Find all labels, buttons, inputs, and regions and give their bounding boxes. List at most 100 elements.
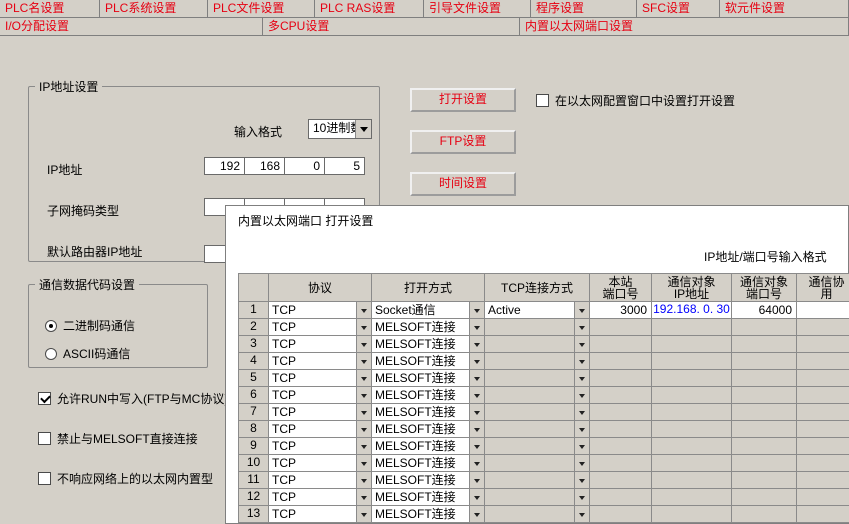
protocol-select[interactable]: TCP: [269, 404, 372, 421]
chevron-down-icon[interactable]: [356, 472, 371, 488]
tab-io-assignment[interactable]: I/O分配设置: [0, 18, 263, 35]
ascii-radio-row[interactable]: ASCII码通信: [45, 345, 130, 362]
open-method-select[interactable]: MELSOFT连接: [372, 421, 485, 438]
open-method-select[interactable]: MELSOFT连接: [372, 472, 485, 489]
chevron-down-icon[interactable]: [574, 387, 589, 403]
chevron-down-icon[interactable]: [574, 319, 589, 335]
target-port-cell[interactable]: 64000: [732, 302, 797, 319]
chevron-down-icon[interactable]: [469, 319, 484, 335]
chevron-down-icon[interactable]: [356, 353, 371, 369]
open-method-select[interactable]: MELSOFT连接: [372, 353, 485, 370]
tcp-mode-select[interactable]: [485, 506, 590, 523]
chevron-down-icon[interactable]: [469, 370, 484, 386]
chevron-down-icon[interactable]: [356, 455, 371, 471]
chevron-down-icon[interactable]: [356, 370, 371, 386]
ethernet-config-checkbox[interactable]: [536, 94, 549, 107]
ip-octet-input[interactable]: 192: [204, 157, 245, 175]
chevron-down-icon[interactable]: [574, 353, 589, 369]
open-method-select[interactable]: MELSOFT连接: [372, 506, 485, 523]
open-method-select[interactable]: Socket通信: [372, 302, 485, 319]
input-format-select[interactable]: 10进制数: [308, 119, 372, 139]
chevron-down-icon[interactable]: [356, 438, 371, 454]
protocol-select[interactable]: TCP: [269, 353, 372, 370]
tab-sfc[interactable]: SFC设置: [637, 0, 720, 17]
chevron-down-icon[interactable]: [356, 319, 371, 335]
tab-program[interactable]: 程序设置: [531, 0, 637, 17]
chevron-down-icon[interactable]: [355, 120, 371, 138]
chevron-down-icon[interactable]: [356, 489, 371, 505]
tcp-mode-select[interactable]: [485, 387, 590, 404]
protocol-select[interactable]: TCP: [269, 319, 372, 336]
tab-plc-file[interactable]: PLC文件设置: [208, 0, 315, 17]
no-response-checkbox[interactable]: [38, 472, 51, 485]
time-settings-button[interactable]: 时间设置: [410, 172, 516, 196]
binary-radio-button[interactable]: [45, 320, 57, 332]
chevron-down-icon[interactable]: [356, 387, 371, 403]
extra-cell[interactable]: [797, 302, 849, 319]
chevron-down-icon[interactable]: [469, 387, 484, 403]
ip-octet-input[interactable]: 0: [284, 157, 325, 175]
chevron-down-icon[interactable]: [574, 506, 589, 522]
local-port-cell[interactable]: 3000: [590, 302, 652, 319]
chevron-down-icon[interactable]: [469, 472, 484, 488]
chevron-down-icon[interactable]: [574, 455, 589, 471]
chevron-down-icon[interactable]: [356, 404, 371, 420]
open-method-select[interactable]: MELSOFT连接: [372, 387, 485, 404]
chevron-down-icon[interactable]: [469, 302, 484, 318]
tcp-mode-select[interactable]: [485, 438, 590, 455]
tcp-mode-select[interactable]: [485, 353, 590, 370]
tcp-mode-select[interactable]: [485, 421, 590, 438]
ftp-settings-button[interactable]: FTP设置: [410, 130, 516, 154]
open-method-select[interactable]: MELSOFT连接: [372, 455, 485, 472]
chevron-down-icon[interactable]: [574, 336, 589, 352]
chevron-down-icon[interactable]: [574, 302, 589, 318]
protocol-select[interactable]: TCP: [269, 438, 372, 455]
protocol-select[interactable]: TCP: [269, 370, 372, 387]
chevron-down-icon[interactable]: [469, 336, 484, 352]
open-method-select[interactable]: MELSOFT连接: [372, 370, 485, 387]
disable-melsoft-checkbox[interactable]: [38, 432, 51, 445]
protocol-select[interactable]: TCP: [269, 387, 372, 404]
open-settings-button[interactable]: 打开设置: [410, 88, 516, 112]
chevron-down-icon[interactable]: [469, 438, 484, 454]
allow-run-write-checkbox-row[interactable]: 允许RUN中写入(FTP与MC协议): [38, 390, 228, 407]
chevron-down-icon[interactable]: [574, 421, 589, 437]
chevron-down-icon[interactable]: [574, 472, 589, 488]
tab-plc-ras[interactable]: PLC RAS设置: [315, 0, 424, 17]
tab-boot-file[interactable]: 引导文件设置: [424, 0, 531, 17]
chevron-down-icon[interactable]: [356, 421, 371, 437]
open-method-select[interactable]: MELSOFT连接: [372, 336, 485, 353]
protocol-select[interactable]: TCP: [269, 302, 372, 319]
tab-plc-name[interactable]: PLC名设置: [0, 0, 100, 17]
protocol-select[interactable]: TCP: [269, 506, 372, 523]
ip-octet-input[interactable]: 5: [324, 157, 365, 175]
tcp-mode-select[interactable]: Active: [485, 302, 590, 319]
open-method-select[interactable]: MELSOFT连接: [372, 438, 485, 455]
chevron-down-icon[interactable]: [356, 336, 371, 352]
tab-plc-system[interactable]: PLC系统设置: [100, 0, 208, 17]
no-response-checkbox-row[interactable]: 不响应网络上的以太网内置型: [38, 470, 213, 487]
tcp-mode-select[interactable]: [485, 455, 590, 472]
ip-octet-input[interactable]: 168: [244, 157, 285, 175]
tcp-mode-select[interactable]: [485, 319, 590, 336]
chevron-down-icon[interactable]: [469, 353, 484, 369]
binary-radio-row[interactable]: 二进制码通信: [45, 317, 135, 334]
tcp-mode-select[interactable]: [485, 336, 590, 353]
tab-multi-cpu[interactable]: 多CPU设置: [263, 18, 520, 35]
protocol-select[interactable]: TCP: [269, 336, 372, 353]
chevron-down-icon[interactable]: [469, 489, 484, 505]
tab-builtin-ethernet-port[interactable]: 内置以太网端口设置: [520, 18, 849, 35]
target-ip-cell[interactable]: 192.168. 0. 30: [652, 302, 732, 319]
chevron-down-icon[interactable]: [574, 489, 589, 505]
tcp-mode-select[interactable]: [485, 370, 590, 387]
open-method-select[interactable]: MELSOFT连接: [372, 319, 485, 336]
chevron-down-icon[interactable]: [469, 506, 484, 522]
ethernet-config-checkbox-row[interactable]: 在以太网配置窗口中设置打开设置: [536, 92, 735, 109]
tcp-mode-select[interactable]: [485, 489, 590, 506]
disable-melsoft-checkbox-row[interactable]: 禁止与MELSOFT直接连接: [38, 430, 198, 447]
allow-run-write-checkbox[interactable]: [38, 392, 51, 405]
chevron-down-icon[interactable]: [469, 455, 484, 471]
chevron-down-icon[interactable]: [574, 438, 589, 454]
open-method-select[interactable]: MELSOFT连接: [372, 489, 485, 506]
open-method-select[interactable]: MELSOFT连接: [372, 404, 485, 421]
